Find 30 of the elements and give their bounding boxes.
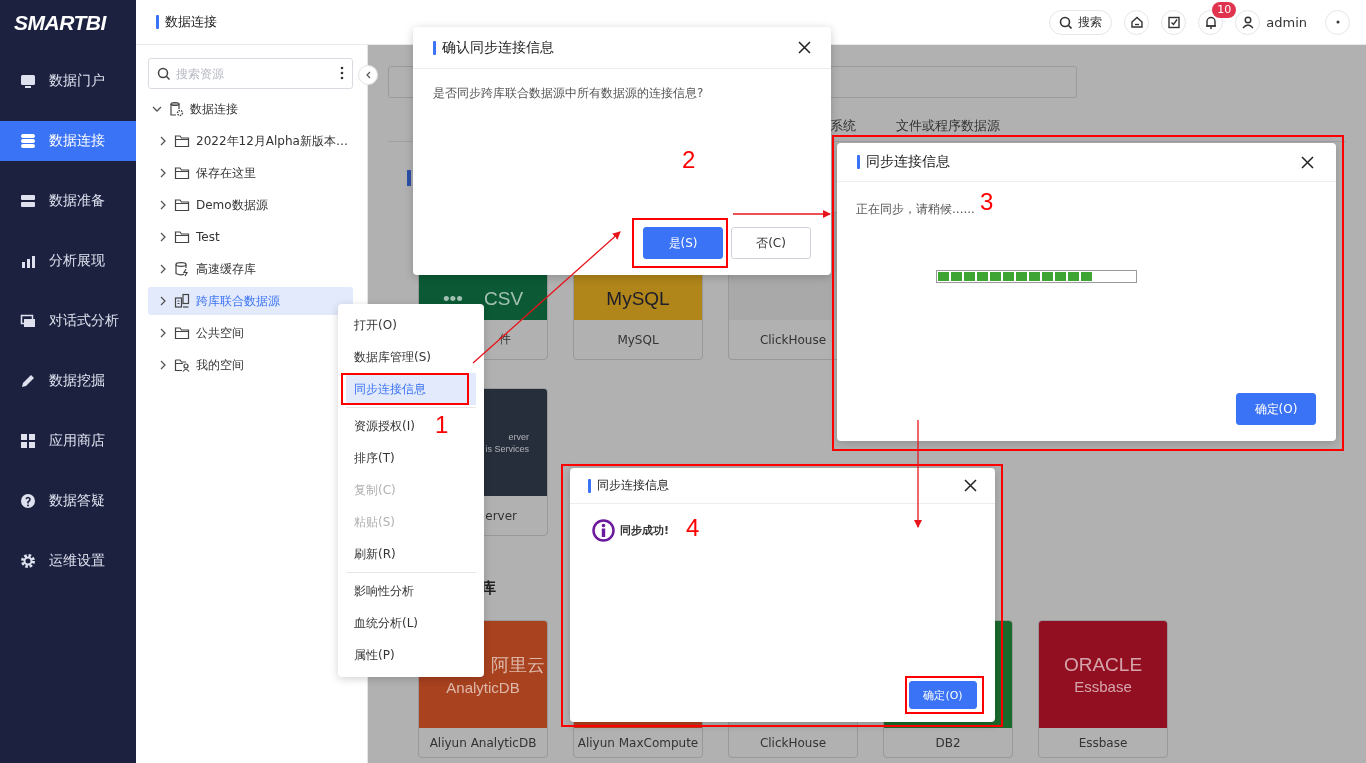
logo-text: MySQL xyxy=(606,288,670,310)
logo-text: ORACLE xyxy=(1063,654,1143,676)
logo-text: AnalyticDB xyxy=(446,679,520,696)
dialog-message: 同步成功! xyxy=(620,523,670,538)
user-name: admin xyxy=(1266,14,1307,30)
card-label: MySQL xyxy=(616,331,660,349)
page-title: 数据连接 xyxy=(165,13,217,31)
card-label: Essbase xyxy=(1077,734,1129,752)
step-number: 2 xyxy=(682,148,696,172)
card-label: Aliyun MaxCompute xyxy=(576,734,700,752)
step-number: 1 xyxy=(435,413,449,437)
step-number: 4 xyxy=(686,516,700,540)
step-number: 3 xyxy=(980,190,994,214)
card-label: erver xyxy=(484,507,518,525)
notification-badge: 10 xyxy=(1212,1,1237,18)
brand-logo: SMARTBI xyxy=(14,10,106,35)
dialog-title: 确认同步连接信息 xyxy=(442,38,554,57)
logo-text: erver xyxy=(508,431,529,442)
dialog-message: 是否同步跨库联合数据源中所有数据源的连接信息? xyxy=(433,85,705,102)
logo-text: ••• CSV xyxy=(442,288,524,310)
logo-text: 阿里云 xyxy=(491,654,545,677)
dialog-message: 正在同步，请稍候...... xyxy=(856,201,975,218)
dialog-title: 同步连接信息 xyxy=(597,477,669,494)
card-label: Aliyun AnalyticDB xyxy=(428,734,538,752)
logo-text: Essbase xyxy=(1074,678,1132,695)
card-label: ClickHouse xyxy=(758,734,828,752)
card-label: ClickHouse xyxy=(758,331,828,349)
dialog-title: 同步连接信息 xyxy=(866,153,950,171)
logo-text: is Services xyxy=(485,443,529,454)
card-label: DB2 xyxy=(934,734,962,752)
